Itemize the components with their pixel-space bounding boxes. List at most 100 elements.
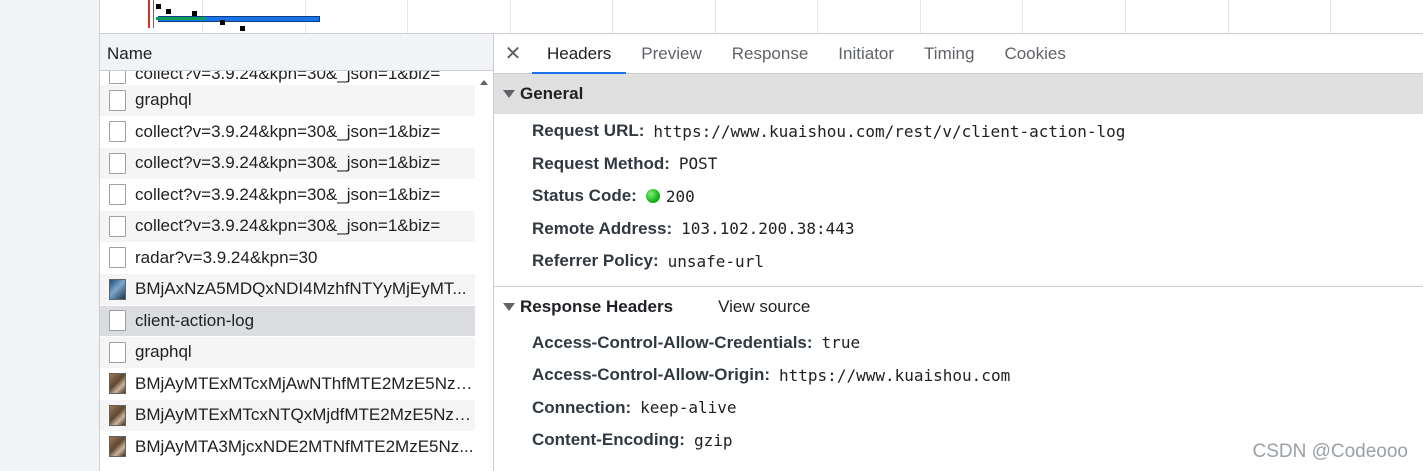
response-header-field: Access-Control-Allow-Origin: https://www… (494, 359, 1423, 392)
request-row[interactable]: BMjAxNzA5MDQxNDI4MzhfNTYyMjEyMT... (100, 274, 476, 306)
general-section-header[interactable]: General (494, 74, 1423, 114)
field-key: Content-Encoding: (532, 430, 685, 450)
overview-load-line (153, 0, 154, 28)
document-icon (109, 310, 126, 332)
tab-response[interactable]: Response (717, 34, 824, 73)
request-details-panel: ✕ Headers Preview Response Initiator Tim… (494, 34, 1423, 471)
request-name: graphql (135, 342, 192, 362)
overview-request-bar (156, 17, 206, 20)
request-row[interactable]: collect?v=3.9.24&kpn=30&_json=1&biz= (100, 179, 476, 211)
request-list[interactable]: Name collect?v=3.9.24&kpn=30&_json=1&biz… (100, 34, 494, 471)
left-gutter (0, 0, 100, 471)
request-name: BMjAyMTExMTcxNTQxMjdfMTE2MzE5NzE... (135, 405, 475, 425)
request-rows: collect?v=3.9.24&kpn=30&_json=1&biz=grap… (100, 71, 476, 463)
field-key: Status Code: (532, 186, 637, 206)
overview-gridline (510, 0, 511, 33)
response-headers-title: Response Headers (520, 296, 674, 316)
request-row[interactable]: radar?v=3.9.24&kpn=30 (100, 242, 476, 274)
request-row[interactable]: graphql (100, 85, 476, 117)
document-icon (109, 184, 126, 206)
request-name: radar?v=3.9.24&kpn=30 (135, 247, 318, 267)
field-key: Referrer Policy: (532, 251, 659, 271)
watermark: CSDN @Codeooo (1252, 441, 1408, 462)
response-headers-body: Access-Control-Allow-Credentials: true A… (494, 327, 1423, 457)
close-icon[interactable]: ✕ (494, 34, 532, 73)
request-name: BMjAyMTA3MjcxNDE2MTNfMTE2MzE5Nz... (135, 436, 474, 456)
tab-headers[interactable]: Headers (532, 34, 627, 74)
view-source-link[interactable]: View source (718, 297, 810, 317)
field-value: gzip (693, 430, 733, 450)
tab-preview[interactable]: Preview (626, 34, 716, 73)
overview-gridline (1330, 0, 1331, 33)
expand-triangle-icon[interactable] (503, 90, 515, 98)
overview-gridline (1125, 0, 1126, 33)
request-name: graphql (135, 90, 192, 110)
overview-gridline (1022, 0, 1023, 33)
request-name: BMjAyMTExMTcxMjAwNThfMTE2MzE5NzE... (135, 373, 475, 393)
document-icon (109, 71, 126, 84)
request-row[interactable]: graphql (100, 337, 476, 369)
general-section-body: Request URL: https://www.kuaishou.com/re… (494, 114, 1423, 278)
field-value: 200 (665, 186, 695, 206)
request-name: collect?v=3.9.24&kpn=30&_json=1&biz= (135, 121, 441, 141)
field-key: Connection: (532, 397, 632, 417)
request-name: collect?v=3.9.24&kpn=30&_json=1&biz= (135, 216, 441, 236)
field-value: POST (678, 154, 718, 174)
overview-tick (220, 20, 225, 25)
document-icon (109, 341, 126, 363)
general-field: Remote Address: 103.102.200.38:443 (494, 213, 1423, 246)
overview-tick (156, 4, 161, 9)
request-row[interactable]: collect?v=3.9.24&kpn=30&_json=1&biz= (100, 71, 476, 85)
overview-gridline (612, 0, 613, 33)
tab-cookies[interactable]: Cookies (989, 34, 1080, 73)
request-row[interactable]: BMjAyMTExMTcxMjAwNThfMTE2MzE5NzE... (100, 368, 476, 400)
overview-gridline (407, 0, 408, 33)
image-thumbnail-icon (109, 436, 126, 458)
document-icon (109, 247, 126, 269)
overview-gridline (920, 0, 921, 33)
tab-initiator[interactable]: Initiator (823, 34, 909, 73)
overview-gridline (817, 0, 818, 33)
expand-triangle-icon[interactable] (503, 302, 515, 311)
request-row[interactable]: BMjAyMTA3MjcxNDE2MTNfMTE2MzE5Nz... (100, 431, 476, 463)
request-name: BMjAxNzA5MDQxNDI4MzhfNTYyMjEyMT... (135, 279, 467, 299)
request-name: collect?v=3.9.24&kpn=30&_json=1&biz= (135, 184, 441, 204)
tab-timing[interactable]: Timing (909, 34, 989, 73)
general-field: Request URL: https://www.kuaishou.com/re… (494, 115, 1423, 148)
document-icon (109, 152, 126, 174)
name-column-header[interactable]: Name (100, 34, 493, 71)
field-value: https://www.kuaishou.com/rest/v/client-a… (653, 121, 1126, 141)
general-field: Status Code: 200 (494, 180, 1423, 213)
request-row[interactable]: collect?v=3.9.24&kpn=30&_json=1&biz= (100, 148, 476, 180)
image-thumbnail-icon (109, 404, 126, 426)
general-section-title: General (520, 84, 584, 103)
scroll-up-arrow-icon[interactable] (480, 80, 488, 85)
details-tabbar: ✕ Headers Preview Response Initiator Tim… (494, 34, 1423, 74)
request-list-scrollbar[interactable] (475, 71, 493, 471)
document-icon (109, 121, 126, 143)
general-field: Referrer Policy: unsafe-url (494, 245, 1423, 278)
status-ok-icon (645, 189, 660, 204)
document-icon (109, 89, 126, 111)
overview-gridline (1228, 0, 1229, 33)
request-row-selected[interactable]: client-action-log (100, 305, 476, 337)
overview-domcontentloaded-line (148, 0, 150, 28)
request-row[interactable]: BMjAyMTExMTcxNTQxMjdfMTE2MzE5NzE... (100, 400, 476, 432)
response-header-field: Access-Control-Allow-Credentials: true (494, 327, 1423, 360)
request-name: collect?v=3.9.24&kpn=30&_json=1&biz= (135, 71, 441, 83)
request-row[interactable]: collect?v=3.9.24&kpn=30&_json=1&biz= (100, 116, 476, 148)
field-value: true (821, 333, 861, 353)
network-overview[interactable] (100, 0, 1423, 34)
request-row[interactable]: collect?v=3.9.24&kpn=30&_json=1&biz= (100, 211, 476, 243)
field-key: Request Method: (532, 153, 670, 173)
field-key: Access-Control-Allow-Credentials: (532, 332, 813, 352)
response-headers-section-header[interactable]: Response Headers View source (494, 287, 1423, 327)
overview-gridline (715, 0, 716, 33)
field-key: Request URL: (532, 121, 645, 141)
field-key: Access-Control-Allow-Origin: (532, 365, 771, 385)
request-name: collect?v=3.9.24&kpn=30&_json=1&biz= (135, 153, 441, 173)
general-field: Request Method: POST (494, 148, 1423, 181)
overview-tick (192, 11, 197, 16)
image-thumbnail-icon (109, 278, 126, 300)
field-value: 103.102.200.38:443 (681, 219, 855, 239)
